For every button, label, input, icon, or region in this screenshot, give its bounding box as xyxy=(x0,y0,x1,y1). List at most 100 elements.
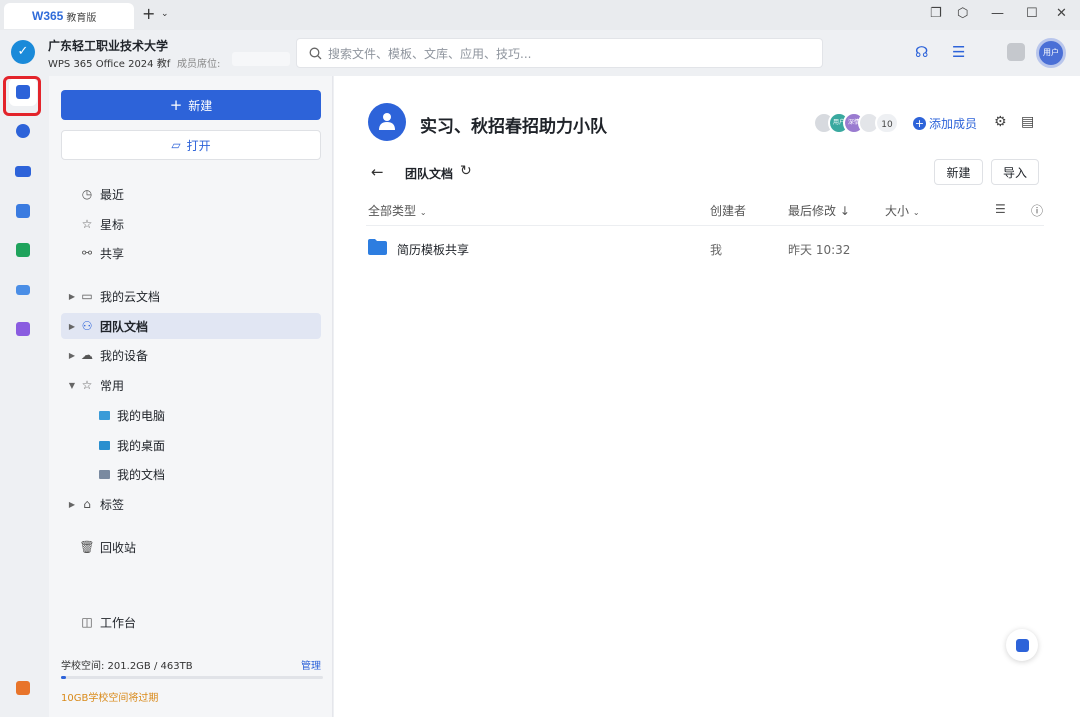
seat-label: 成员席位: xyxy=(177,59,221,70)
header-divider xyxy=(366,225,1044,226)
header-bar: ✓ 广东轻工职业技术大学 WPS 365 Office 2024 教f 成员席位… xyxy=(0,30,1080,76)
info-icon[interactable]: ⓘ xyxy=(1031,202,1043,219)
sidebar-item-team[interactable]: ▶ ⚇ 团队文档 xyxy=(61,313,321,339)
sidebar-item-pin[interactable]: ▼ ☆ 常用 xyxy=(61,372,321,398)
floating-assistant-button[interactable] xyxy=(1006,629,1038,661)
modified-column-header[interactable]: 最后修改 ↓ xyxy=(788,202,850,219)
highlight-box xyxy=(3,76,41,116)
sidebar: + 新建 ▱ 打开 ▶ ⌂ 标签 🗑︎ 回收站 ◫ 工作台 学校空间: 201.… xyxy=(49,76,333,717)
file-name[interactable]: 简历模板共享 xyxy=(397,241,469,258)
trash-icon: 🗑︎ xyxy=(79,540,95,554)
back-arrow-icon[interactable]: ← xyxy=(371,163,384,181)
breadcrumb: 团队文档 xyxy=(405,167,454,181)
refresh-icon[interactable]: ↻ xyxy=(460,163,472,179)
app-tab[interactable]: W365 教育版 xyxy=(4,3,134,29)
rail-meeting[interactable] xyxy=(9,157,37,185)
tag-icon: ⌂ xyxy=(83,497,91,511)
sidebar-item-label: 回收站 xyxy=(100,540,137,555)
cube-icon[interactable]: ⬡ xyxy=(957,6,968,22)
folder-icon xyxy=(368,239,387,255)
add-member-button[interactable]: + 添加成员 xyxy=(913,115,977,132)
storage-bar xyxy=(61,676,323,679)
open-folder-icon: ▱ xyxy=(171,138,181,152)
chevron-down-icon: ⌄ xyxy=(419,208,427,217)
org-logo-icon[interactable]: ✓ xyxy=(11,40,35,64)
expand-caret-icon[interactable]: ▶ xyxy=(65,322,79,331)
file-creator: 我 xyxy=(710,243,723,257)
rail-check[interactable] xyxy=(9,236,37,264)
new-tab-button[interactable]: + xyxy=(142,6,155,22)
details-panel-icon[interactable]: ▤ xyxy=(1021,114,1034,130)
storage-fill xyxy=(61,676,67,679)
star-icon: ☆ xyxy=(81,217,93,231)
new-file-button[interactable]: 新建 xyxy=(934,159,983,185)
sidebar-item-workbench[interactable]: ◫ 工作台 xyxy=(61,609,321,635)
sort-down-icon: ↓ xyxy=(839,204,850,218)
team-avatar-icon xyxy=(368,103,406,141)
sidebar-item-recycle[interactable]: 🗑︎ 回收站 xyxy=(61,534,321,560)
apps-icon xyxy=(16,322,30,336)
creator-column-header[interactable]: 创建者 xyxy=(710,202,746,219)
redacted-seat-value xyxy=(232,52,290,66)
team-icon: ⚇ xyxy=(81,319,93,333)
sidebar-item-common[interactable]: 我的电脑 xyxy=(61,402,321,428)
storage-usage: 学校空间: 201.2GB / 463TB xyxy=(61,661,193,672)
sidebar-item-label: 星标 xyxy=(100,217,125,232)
expand-caret-icon[interactable]: ▶ xyxy=(65,292,79,301)
sidebar-item-tags[interactable]: ▶ ⌂ 标签 xyxy=(61,491,321,517)
rail-apps[interactable] xyxy=(9,315,37,343)
restore-window-icon[interactable]: ❐ xyxy=(930,6,942,22)
sidebar-item-cloud-device[interactable]: ▶ ☁ 我的设备 xyxy=(61,342,321,368)
modified-header-label: 最后修改 xyxy=(788,204,837,218)
new-button[interactable]: + 新建 xyxy=(61,90,321,120)
import-button[interactable]: 导入 xyxy=(991,159,1039,185)
settings-sliders-icon[interactable]: ☰ xyxy=(952,44,965,60)
sidebar-item-folder[interactable]: ▶ ▭ 我的云文档 xyxy=(61,283,321,309)
sidebar-item-label: 我的桌面 xyxy=(117,438,166,453)
app-rail xyxy=(0,76,48,717)
search-bar[interactable]: 搜索文件、模板、文库、应用、技巧... xyxy=(296,38,823,68)
sidebar-item-share[interactable]: ⚯ 共享 xyxy=(61,240,321,266)
gear-icon[interactable]: ⚙ xyxy=(994,114,1007,130)
member-avatars[interactable]: 用户 深情 10 xyxy=(813,112,899,134)
expand-caret-icon[interactable]: ▶ xyxy=(65,500,79,509)
sidebar-item-label: 工作台 xyxy=(100,615,137,630)
avatar[interactable]: 用户 xyxy=(1036,38,1066,68)
org-name[interactable]: 广东轻工职业技术大学 xyxy=(48,37,168,54)
sidebar-item-star[interactable]: ☆ 星标 xyxy=(61,211,321,237)
rail-feedback[interactable] xyxy=(9,674,37,702)
manage-link[interactable]: 管理 xyxy=(301,657,321,672)
file-modified: 昨天 10:32 xyxy=(788,243,851,257)
size-column-header[interactable]: 大小 ⌄ xyxy=(885,202,920,219)
member-badge-icon[interactable] xyxy=(1007,43,1025,61)
plus-icon: + xyxy=(169,96,183,114)
share-icon: ⚯ xyxy=(81,246,93,260)
sidebar-item-common[interactable]: 我的文档 xyxy=(61,461,321,487)
type-filter[interactable]: 全部类型 ⌄ xyxy=(368,202,427,219)
close-icon[interactable]: ✕ xyxy=(1056,6,1067,22)
sidebar-item-label: 团队文档 xyxy=(100,319,149,334)
minimize-icon[interactable]: — xyxy=(991,6,1004,22)
open-button[interactable]: ▱ 打开 xyxy=(61,130,321,160)
clock-icon: ◷ xyxy=(81,187,93,201)
rail-calendar[interactable] xyxy=(9,117,37,145)
chevron-down-icon: ⌄ xyxy=(912,208,920,217)
org-subtitle: WPS 365 Office 2024 教f xyxy=(48,59,171,70)
rail-screen[interactable] xyxy=(9,276,37,304)
maximize-icon[interactable]: ☐ xyxy=(1026,6,1038,22)
sidebar-item-common[interactable]: 我的桌面 xyxy=(61,432,321,458)
check-app-icon xyxy=(16,243,30,257)
new-tab-dropdown-icon[interactable]: ⌄ xyxy=(161,9,169,19)
pin-icon: ☆ xyxy=(81,378,93,392)
sidebar-item-label: 我的设备 xyxy=(100,348,149,363)
sidebar-item-clock[interactable]: ◷ 最近 xyxy=(61,181,321,207)
sidebar-item-label: 共享 xyxy=(100,246,125,261)
headset-icon[interactable]: ☊ xyxy=(915,44,928,60)
workbench-icon: ◫ xyxy=(81,615,93,629)
expire-warning[interactable]: 10GB学校空间将过期 xyxy=(61,689,158,704)
rail-schedule[interactable] xyxy=(9,197,37,225)
expand-caret-icon[interactable]: ▶ xyxy=(65,351,79,360)
sidebar-item-label: 标签 xyxy=(100,497,125,512)
filter-list-icon[interactable]: ☰ xyxy=(995,202,1006,216)
expand-caret-icon[interactable]: ▼ xyxy=(65,381,79,390)
